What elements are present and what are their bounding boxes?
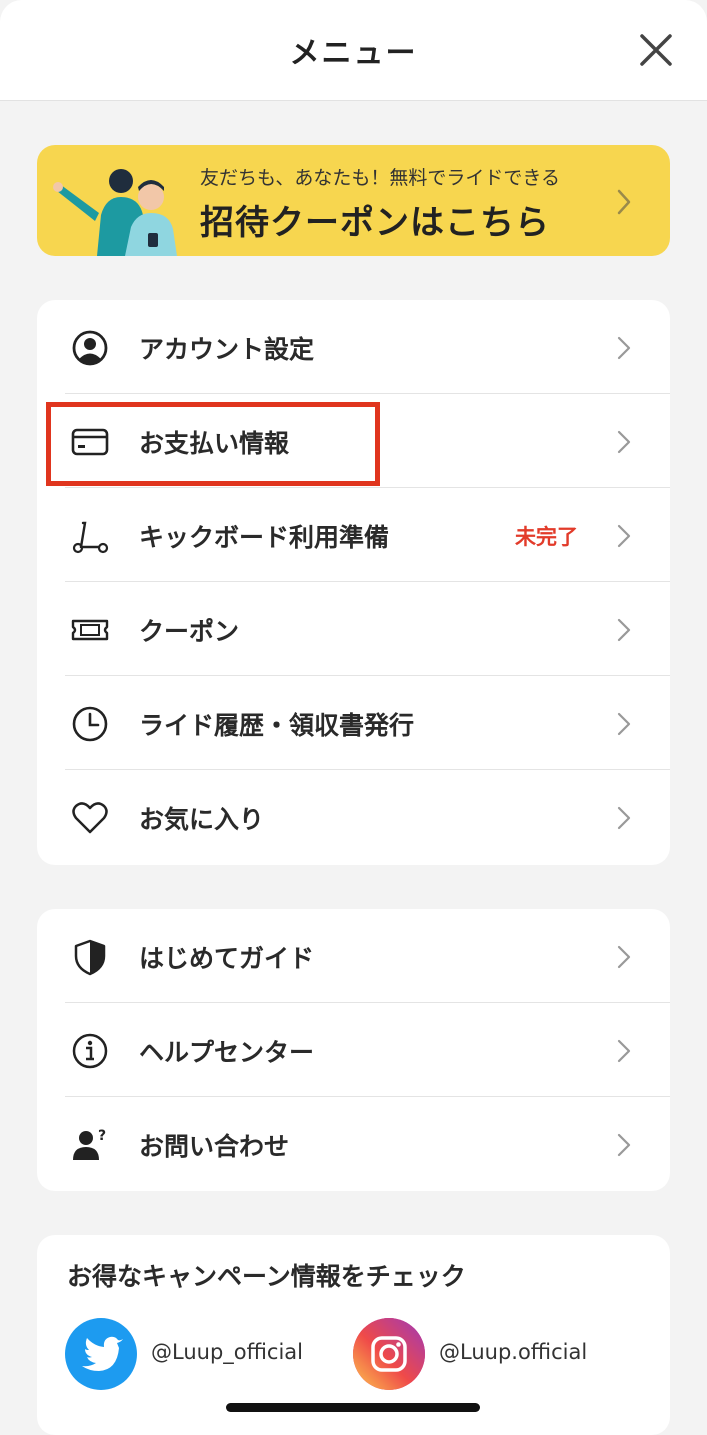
chevron-right-icon <box>617 618 631 642</box>
chevron-right-icon <box>617 524 631 548</box>
header: メニュー <box>0 0 707 101</box>
status-badge: 未完了 <box>515 525 578 549</box>
twitter-link[interactable]: @Luup_official <box>65 1318 315 1390</box>
menu-item-payment-info[interactable]: お支払い情報 <box>37 394 670 488</box>
heart-icon <box>72 802 108 834</box>
chevron-right-icon <box>617 336 631 360</box>
menu-item-label: アカウント設定 <box>139 335 315 364</box>
support-menu-card: はじめてガイド ヘルプセンター ? お問い合わせ <box>37 909 670 1191</box>
menu-item-kickboard-setup[interactable]: キックボード利用準備 未完了 <box>37 488 670 582</box>
credit-card-icon <box>71 428 109 456</box>
menu-item-label: はじめてガイド <box>139 944 315 973</box>
chevron-right-icon <box>617 430 631 454</box>
page-title: メニュー <box>289 36 418 71</box>
twitter-bird-icon <box>82 1336 123 1371</box>
menu-item-first-guide[interactable]: はじめてガイド <box>37 909 670 1003</box>
close-button[interactable] <box>634 28 678 72</box>
shield-icon <box>74 939 106 976</box>
menu-item-label: お問い合わせ <box>139 1132 290 1161</box>
campaign-title: お得なキャンペーン情報をチェック <box>67 1262 466 1291</box>
clock-icon <box>72 706 108 742</box>
chevron-right-icon <box>617 806 631 830</box>
banner-title: 招待クーポンはこちら <box>200 203 550 243</box>
menu-item-account-settings[interactable]: アカウント設定 <box>37 300 670 394</box>
instagram-handle: @Luup.official <box>439 1340 588 1364</box>
menu-item-label: キックボード利用準備 <box>139 523 390 552</box>
menu-item-label: クーポン <box>139 617 240 646</box>
menu-item-label: ヘルプセンター <box>139 1038 315 1067</box>
main-menu-card: アカウント設定 お支払い情報 キックボード利用準備 未完了 クーポン ライド履歴… <box>37 300 670 865</box>
ticket-icon <box>71 619 109 641</box>
instagram-icon <box>353 1318 425 1390</box>
info-icon <box>72 1033 108 1069</box>
person-question-icon: ? <box>73 1128 106 1160</box>
kickboard-icon <box>72 521 109 554</box>
chevron-right-icon <box>617 1133 631 1157</box>
menu-item-label: ライド履歴・領収書発行 <box>139 711 415 740</box>
account-icon <box>72 330 108 366</box>
menu-item-contact[interactable]: ? お問い合わせ <box>37 1097 670 1191</box>
chevron-right-icon <box>617 189 631 215</box>
instagram-link[interactable]: @Luup.official <box>353 1318 613 1390</box>
menu-item-label: お支払い情報 <box>139 429 290 458</box>
twitter-handle: @Luup_official <box>151 1340 304 1364</box>
instagram-logo <box>353 1318 425 1390</box>
chevron-right-icon <box>617 1039 631 1063</box>
close-icon <box>640 34 672 66</box>
chevron-right-icon <box>617 712 631 736</box>
chevron-right-icon <box>617 945 631 969</box>
menu-item-ride-history[interactable]: ライド履歴・領収書発行 <box>37 676 670 770</box>
banner-subtitle: 友だちも、あなたも！無料でライドできる <box>200 167 561 189</box>
home-indicator <box>226 1403 480 1412</box>
svg-text:?: ? <box>98 1128 106 1144</box>
menu-item-label: お気に入り <box>139 805 265 834</box>
menu-item-coupon[interactable]: クーポン <box>37 582 670 676</box>
twitter-logo <box>65 1318 137 1390</box>
menu-item-favorites[interactable]: お気に入り <box>37 770 670 864</box>
friends-illustration-icon <box>53 169 177 256</box>
menu-item-help-center[interactable]: ヘルプセンター <box>37 1003 670 1097</box>
